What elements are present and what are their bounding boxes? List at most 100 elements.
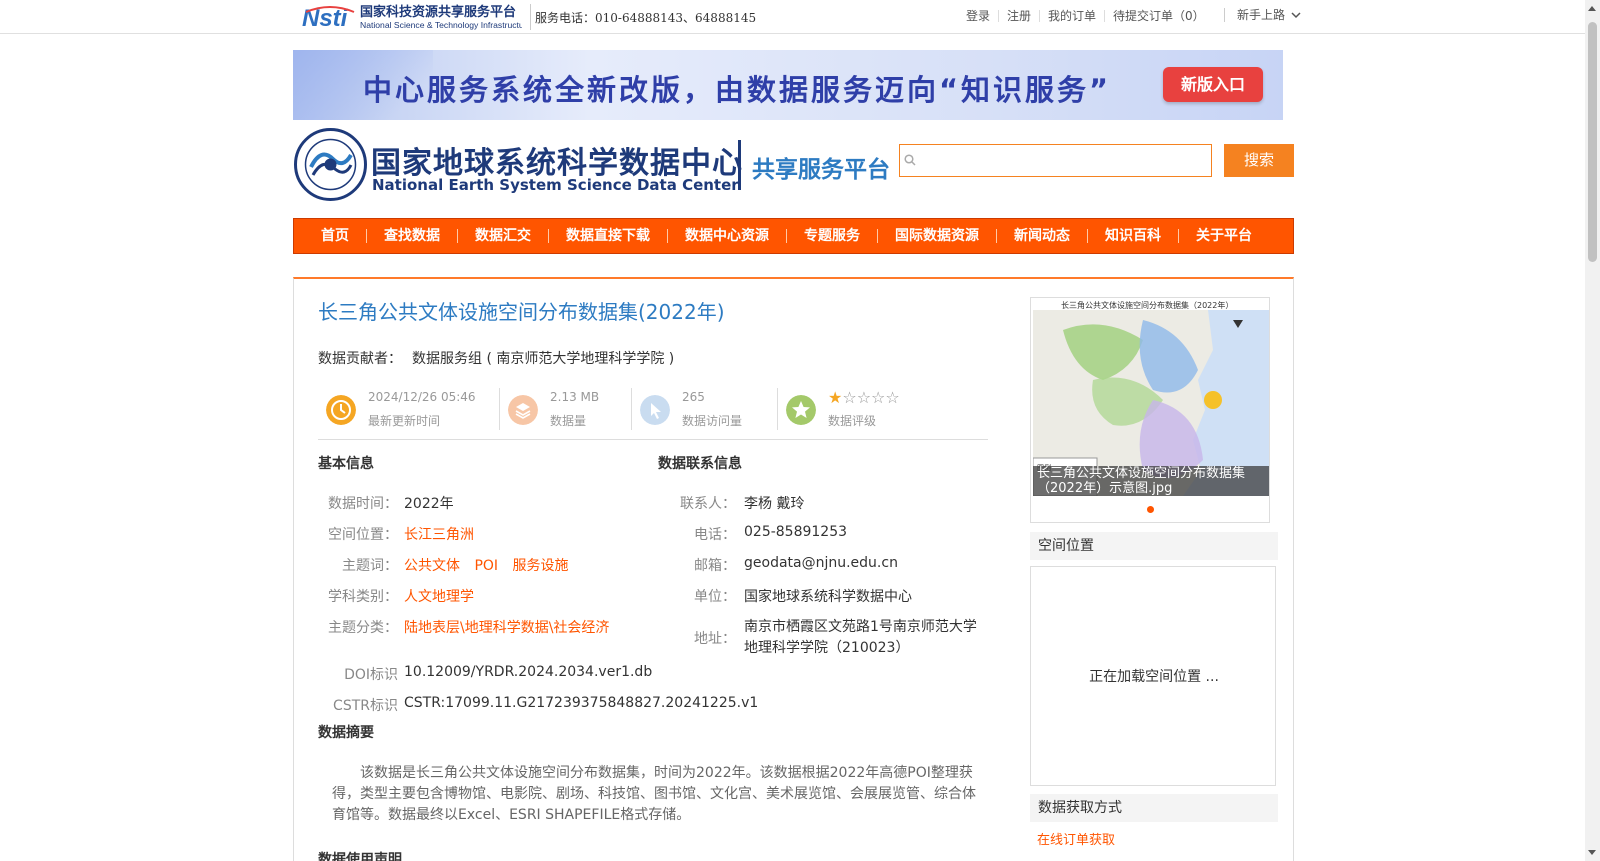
stat-visits-caption: 数据访问量: [682, 414, 743, 428]
contact-address-label: 地址：: [694, 631, 736, 647]
search-input[interactable]: [899, 144, 1212, 177]
discipline-label: 学科类别：: [328, 589, 398, 605]
nav-find-data[interactable]: 查找数据: [366, 229, 457, 243]
keyword-link[interactable]: 服务设施: [513, 558, 569, 574]
pending-orders-link[interactable]: 待提交订单（0）: [1104, 10, 1213, 22]
nav-data-submission[interactable]: 数据汇交: [457, 229, 548, 243]
stat-size-caption: 数据量: [550, 414, 587, 428]
service-phone: 服务电话：010-64888143、64888145: [535, 11, 757, 25]
scroll-up-arrow-icon[interactable]: [1588, 6, 1596, 11]
new-version-button[interactable]: 新版入口: [1163, 67, 1263, 102]
contact-person-value: 李杨 戴玲: [744, 496, 805, 512]
category-link[interactable]: 陆地表层\地理科学数据\社会经济: [404, 617, 609, 637]
contributor-label: 数据贡献者：: [318, 351, 402, 367]
location-label: 空间位置：: [328, 527, 398, 543]
register-link[interactable]: 注册: [998, 10, 1039, 22]
scroll-down-arrow-icon[interactable]: [1588, 850, 1596, 855]
search-button[interactable]: 搜索: [1224, 144, 1294, 177]
contact-unit-value: 国家地球系统科学数据中心: [744, 589, 912, 605]
keyword-list: 公共文体 POI 服务设施: [404, 555, 579, 575]
thumbnail-carousel[interactable]: 长三角公共文体设施空间分布数据集（2022年） 图例 长三角公共文体设施空间分布…: [1030, 297, 1270, 523]
topbar-divider: [530, 4, 531, 30]
stat-size-value: 2.13 MB: [550, 390, 600, 404]
scrollbar-thumb[interactable]: [1588, 22, 1597, 262]
spatial-location-heading: 空间位置: [1030, 532, 1278, 560]
top-links: 登录 注册 我的订单 待提交订单（0）: [966, 10, 1213, 22]
cstr-label: CSTR标识: [333, 698, 398, 714]
location-link[interactable]: 长江三角洲: [404, 524, 474, 544]
nav-center-resources[interactable]: 数据中心资源: [667, 229, 786, 243]
page-scrollbar[interactable]: [1585, 0, 1600, 861]
spatial-location-map[interactable]: 正在加载空间位置 ...: [1030, 566, 1276, 786]
clock-icon: [326, 395, 356, 425]
doi-value: 10.12009/YRDR.2024.2034.ver1.db: [404, 664, 653, 680]
chevron-down-icon: [1291, 11, 1301, 18]
rating-star-filled[interactable]: ★: [828, 388, 842, 407]
nsti-logo-cn: 国家科技资源共享服务平台: [360, 4, 516, 20]
nsti-logo-en: National Science & Technology Infrastruc…: [360, 20, 522, 30]
header-divider: [738, 140, 741, 190]
banner-text: 中心服务系统全新改版，由数据服务迈向“知识服务”: [363, 73, 1112, 107]
rating-star-empty[interactable]: ☆☆☆☆: [842, 388, 899, 407]
login-link[interactable]: 登录: [966, 10, 998, 22]
thumbnail-caption: 长三角公共文体设施空间分布数据集（2022年）示意图.jpg: [1033, 466, 1269, 496]
contact-email-value: geodata@njnu.edu.cn: [744, 555, 898, 571]
discipline-link[interactable]: 人文地理学: [404, 586, 474, 606]
site-title-en: National Earth System Science Data Cente…: [372, 176, 739, 194]
abstract-text: 该数据是长三角公共文体设施空间分布数据集，时间为2022年。该数据根据2022年…: [332, 765, 976, 823]
stat-size: 2.13 MB 数据量: [500, 384, 632, 434]
stat-updated-caption: 最新更新时间: [368, 414, 441, 428]
nav-home[interactable]: 首页: [304, 229, 366, 243]
top-bar: Nsti 国家科技资源共享服务平台 National Science & Tec…: [0, 0, 1585, 34]
newbie-guide-menu[interactable]: 新手上路: [1224, 6, 1301, 23]
platform-label: 共享服务平台: [752, 157, 890, 183]
keyword-link[interactable]: 公共文体: [404, 558, 460, 574]
nav-direct-download[interactable]: 数据直接下载: [548, 229, 667, 243]
search-icon: [904, 154, 916, 166]
newbie-guide-label: 新手上路: [1237, 8, 1286, 22]
data-time-value: 2022年: [404, 496, 454, 512]
nav-international-resources[interactable]: 国际数据资源: [877, 229, 996, 243]
stat-rating: ★☆☆☆☆ 数据评级: [778, 384, 988, 434]
doi-label: DOI标识: [344, 667, 398, 683]
data-time-label: 数据时间：: [328, 496, 398, 512]
carousel-indicator-dot[interactable]: [1147, 506, 1154, 513]
cursor-icon: [640, 395, 670, 425]
contact-phone-label: 电话：: [694, 527, 736, 543]
category-label: 主题分类：: [328, 620, 398, 636]
abstract-heading: 数据摘要: [318, 725, 374, 741]
contact-phone-value: 025-85891253: [744, 524, 848, 540]
data-access-heading: 数据获取方式: [1030, 794, 1278, 822]
online-order-link[interactable]: 在线订单获取: [1037, 829, 1115, 848]
contributor-value: 数据服务组 ( 南京师范大学地理科学学院 ): [412, 351, 675, 367]
contact-person-label: 联系人：: [680, 496, 736, 512]
contact-info-heading: 数据联系信息: [658, 456, 742, 472]
nav-news[interactable]: 新闻动态: [996, 229, 1087, 243]
stat-updated-value: 2024/12/26 05:46: [368, 390, 476, 404]
my-orders-link[interactable]: 我的订单: [1039, 10, 1104, 22]
newbie-divider: [1224, 7, 1225, 22]
dataset-title: 长三角公共文体设施空间分布数据集(2022年): [318, 300, 725, 324]
rating-stars[interactable]: ★☆☆☆☆: [828, 388, 900, 407]
nsti-logo[interactable]: Nsti 国家科技资源共享服务平台 National Science & Tec…: [300, 2, 522, 32]
star-badge-icon: [786, 395, 816, 425]
stat-visits-value: 265: [682, 390, 705, 404]
contact-address-value: 南京市栖霞区文苑路1号南京师范大学地理科学学院（210023）: [744, 619, 977, 656]
keywords-label: 主题词：: [342, 558, 398, 574]
nav-topic-services[interactable]: 专题服务: [786, 229, 877, 243]
dataset-stats: 2024/12/26 05:46 最新更新时间 2.13 MB 数据量 265 …: [318, 384, 988, 440]
nav-knowledge-wiki[interactable]: 知识百科: [1087, 229, 1178, 243]
main-nav: 首页 查找数据 数据汇交 数据直接下载 数据中心资源 专题服务 国际数据资源 新…: [293, 218, 1294, 254]
layers-icon: [508, 395, 538, 425]
data-center-logo-emblem[interactable]: [293, 127, 368, 202]
contributor-line: 数据贡献者： 数据服务组 ( 南京师范大学地理科学学院 ): [318, 348, 674, 368]
contact-email-label: 邮箱：: [694, 558, 736, 574]
stat-updated: 2024/12/26 05:46 最新更新时间: [318, 384, 500, 434]
stat-visits: 265 数据访问量: [632, 384, 778, 434]
keyword-link[interactable]: POI: [474, 558, 498, 574]
stat-rating-caption: 数据评级: [828, 414, 877, 428]
basic-info-heading: 基本信息: [318, 456, 374, 472]
announcement-banner[interactable]: 中心服务系统全新改版，由数据服务迈向“知识服务” 新版入口: [293, 50, 1283, 120]
nav-about[interactable]: 关于平台: [1178, 229, 1269, 243]
thumbnail-map-image[interactable]: 图例 长三角公共文体设施空间分布数据集（2022年）示意图.jpg: [1033, 310, 1269, 496]
